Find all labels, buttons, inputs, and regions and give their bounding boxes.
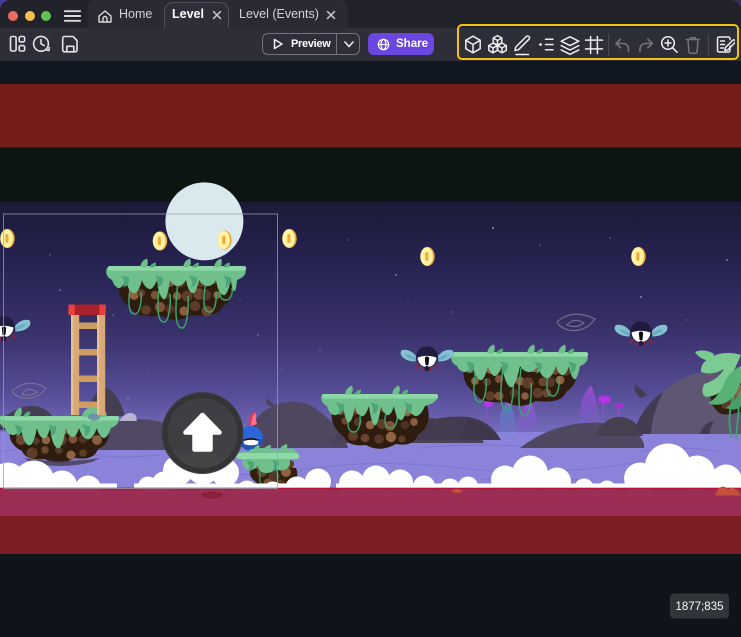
svg-text:1877;835: 1877;835: [676, 601, 724, 613]
